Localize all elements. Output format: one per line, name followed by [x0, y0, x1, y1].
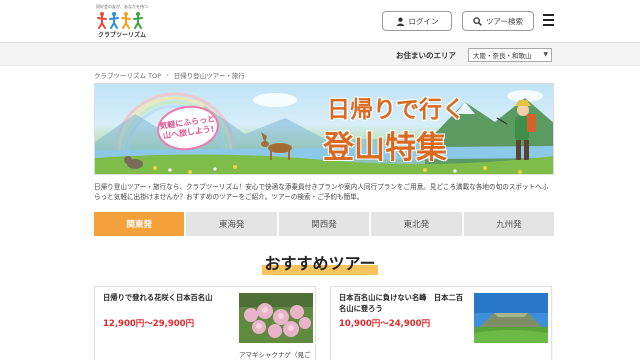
logo-figures-icon — [97, 12, 143, 29]
tour-card-title[interactable]: 日本百名山に負けない名峰 日本二百名山に登ろう — [339, 292, 469, 314]
departure-tabs: 関東発 東海発 関西発 東北発 九州発 — [94, 212, 555, 236]
breadcrumb-current: 日帰り登山ツアー・旅行 — [173, 72, 245, 80]
search-icon — [473, 16, 482, 26]
tab-tohoku[interactable]: 東北発 — [371, 212, 462, 236]
mountain-plateau-image — [474, 293, 548, 343]
breadcrumb: クラブツーリズム TOP › 日帰り登山ツアー・旅行 — [94, 70, 245, 80]
site-logo[interactable]: 同好会の友が、あなたを待つ クラブツーリズム — [94, 4, 150, 39]
logo-tagline: 同好会の友が、あなたを待つ — [96, 4, 148, 9]
tab-tokai[interactable]: 東海発 — [186, 212, 277, 236]
section-title-text: おすすめツアー — [262, 250, 378, 275]
tab-kanto[interactable]: 関東発 — [94, 212, 185, 236]
rhododendron-image — [239, 293, 313, 343]
area-label: お住まいのエリア — [396, 51, 456, 60]
intro-text: 日帰り登山ツアー・旅行なら、クラブツーリズム！安心で快適な添乗員付きプランや案内… — [94, 183, 549, 201]
tab-kyushu[interactable]: 九州発 — [463, 212, 555, 236]
banner-title-line-2: 登山特集 — [323, 130, 447, 166]
site-header: 同好会の友が、あなたを待つ クラブツーリズム ログイン ツアー検索 — [0, 0, 640, 42]
section-title: おすすめツアー — [0, 250, 640, 275]
tour-card-caption: アマギシャクナゲ（見ご — [239, 351, 311, 359]
tour-search-label: ツアー検索 — [485, 16, 524, 26]
chevron-down-icon: ▼ — [543, 51, 548, 58]
tour-card[interactable]: 日本百名山に負けない名峰 日本二百名山に登ろう 10,900円〜24,900円 — [330, 286, 552, 360]
login-label: ログイン — [408, 16, 439, 26]
tour-card[interactable]: 日帰りで登れる花咲く日本百名山 12,900円〜29,900円 アマギシャクナゲ… — [94, 286, 316, 360]
breadcrumb-separator-icon: › — [166, 71, 169, 79]
logo-text: クラブツーリズム — [97, 32, 146, 39]
hamburger-menu-icon[interactable] — [543, 14, 555, 28]
banner-title-line-1: 日帰りで行く — [327, 97, 465, 123]
area-select-value: 大阪・奈良・和歌山 — [473, 52, 532, 60]
tour-card-title[interactable]: 日帰りで登れる花咲く日本百名山 — [103, 292, 233, 303]
area-bar: お住まいのエリア 大阪・奈良・和歌山 ▼ — [0, 42, 640, 66]
area-select[interactable]: 大阪・奈良・和歌山 ▼ — [468, 48, 552, 62]
user-icon — [395, 17, 405, 26]
hero-banner[interactable]: 気軽にふらっと 山へ旅しよう! 日帰りで行く 登山特集 — [94, 83, 554, 175]
tour-card-price: 12,900円〜29,900円 — [103, 319, 195, 329]
breadcrumb-home-link[interactable]: クラブツーリズム TOP — [94, 70, 161, 80]
login-button[interactable]: ログイン — [382, 11, 452, 31]
tour-card-price: 10,900円〜24,900円 — [339, 319, 431, 329]
tab-kansai[interactable]: 関西発 — [278, 212, 370, 236]
tour-search-button[interactable]: ツアー検索 — [462, 11, 534, 31]
